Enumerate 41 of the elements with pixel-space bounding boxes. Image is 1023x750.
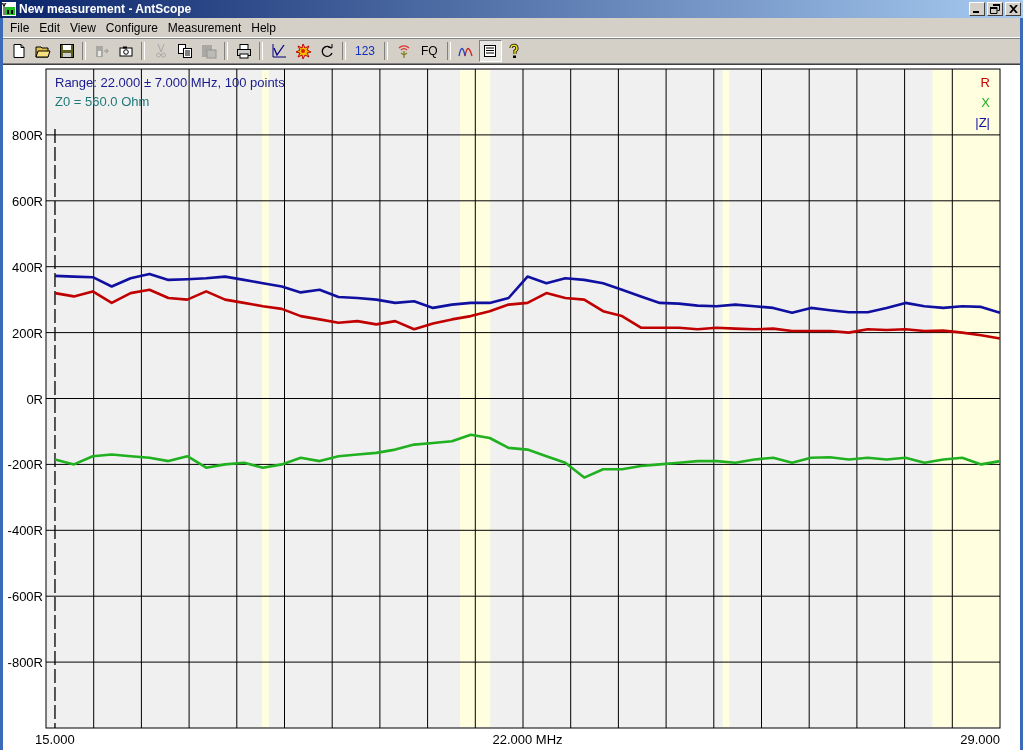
app-icon <box>2 2 16 16</box>
axis-label: 200R <box>11 325 43 341</box>
menu-item[interactable]: File <box>5 20 35 35</box>
toolbar-button[interactable]: FQ <box>416 40 443 62</box>
axis-label: 400R <box>11 259 43 275</box>
printer-icon <box>235 43 252 59</box>
new-file-icon <box>10 43 27 59</box>
axis-label: -800R <box>7 655 43 671</box>
burst-icon <box>294 43 311 59</box>
legend-label: X <box>981 95 990 110</box>
copy-icon <box>176 43 193 59</box>
list-button[interactable] <box>478 40 502 62</box>
menu-item[interactable]: Measurement <box>162 20 247 35</box>
axis-label: 600R <box>11 193 43 209</box>
menu-item[interactable]: Help <box>246 20 281 35</box>
legend-label: |Z| <box>975 115 990 130</box>
save-icon <box>58 43 75 59</box>
export-icon <box>93 43 110 59</box>
menu-item[interactable]: Configure <box>100 20 163 35</box>
axis-label: 15.000 <box>35 732 75 747</box>
restore-icon <box>990 4 1000 14</box>
list-icon <box>482 43 499 59</box>
minimize-button[interactable] <box>969 2 985 16</box>
toolbar-button[interactable]: 123 <box>350 40 381 62</box>
axis-label: 800R <box>11 127 43 143</box>
paste-icon <box>200 43 217 59</box>
axis-label: 0R <box>26 391 43 407</box>
menu-item[interactable]: View <box>65 20 101 35</box>
open-folder-icon <box>34 43 51 59</box>
axis-label: 29.000 <box>960 732 1000 747</box>
graph-icon <box>270 43 287 59</box>
restore-button[interactable] <box>987 2 1003 16</box>
window-title: New measurement - AntScope <box>19 2 193 16</box>
legend-label: R <box>980 75 990 90</box>
axis-label: -600R <box>7 589 43 605</box>
axis-label: -200R <box>7 457 43 473</box>
close-icon <box>1008 5 1018 13</box>
axis-label: 22.000 MHz <box>492 732 563 747</box>
axis-label: -400R <box>7 523 43 539</box>
close-button[interactable] <box>1005 2 1021 16</box>
menu-item[interactable]: Edit <box>34 20 66 35</box>
